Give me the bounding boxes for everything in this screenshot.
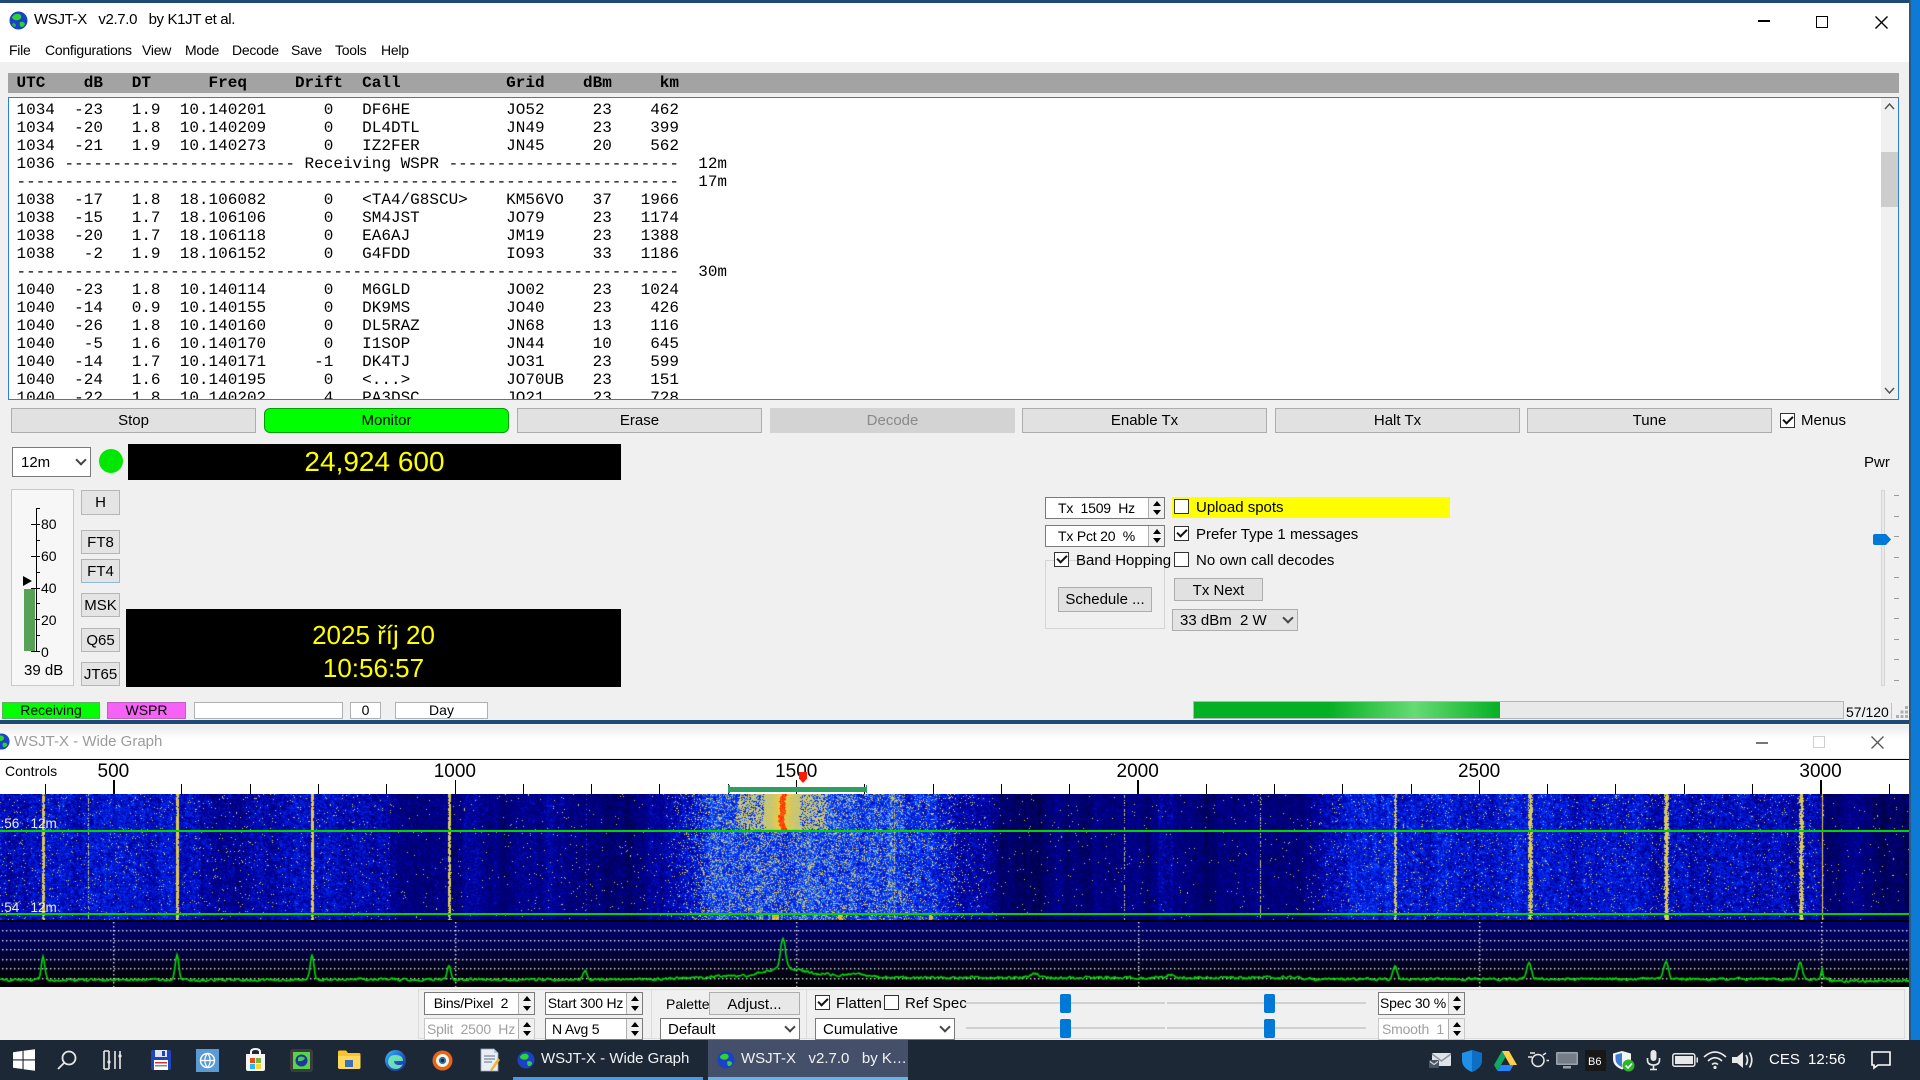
svg-text:B6: B6: [1588, 1056, 1601, 1068]
